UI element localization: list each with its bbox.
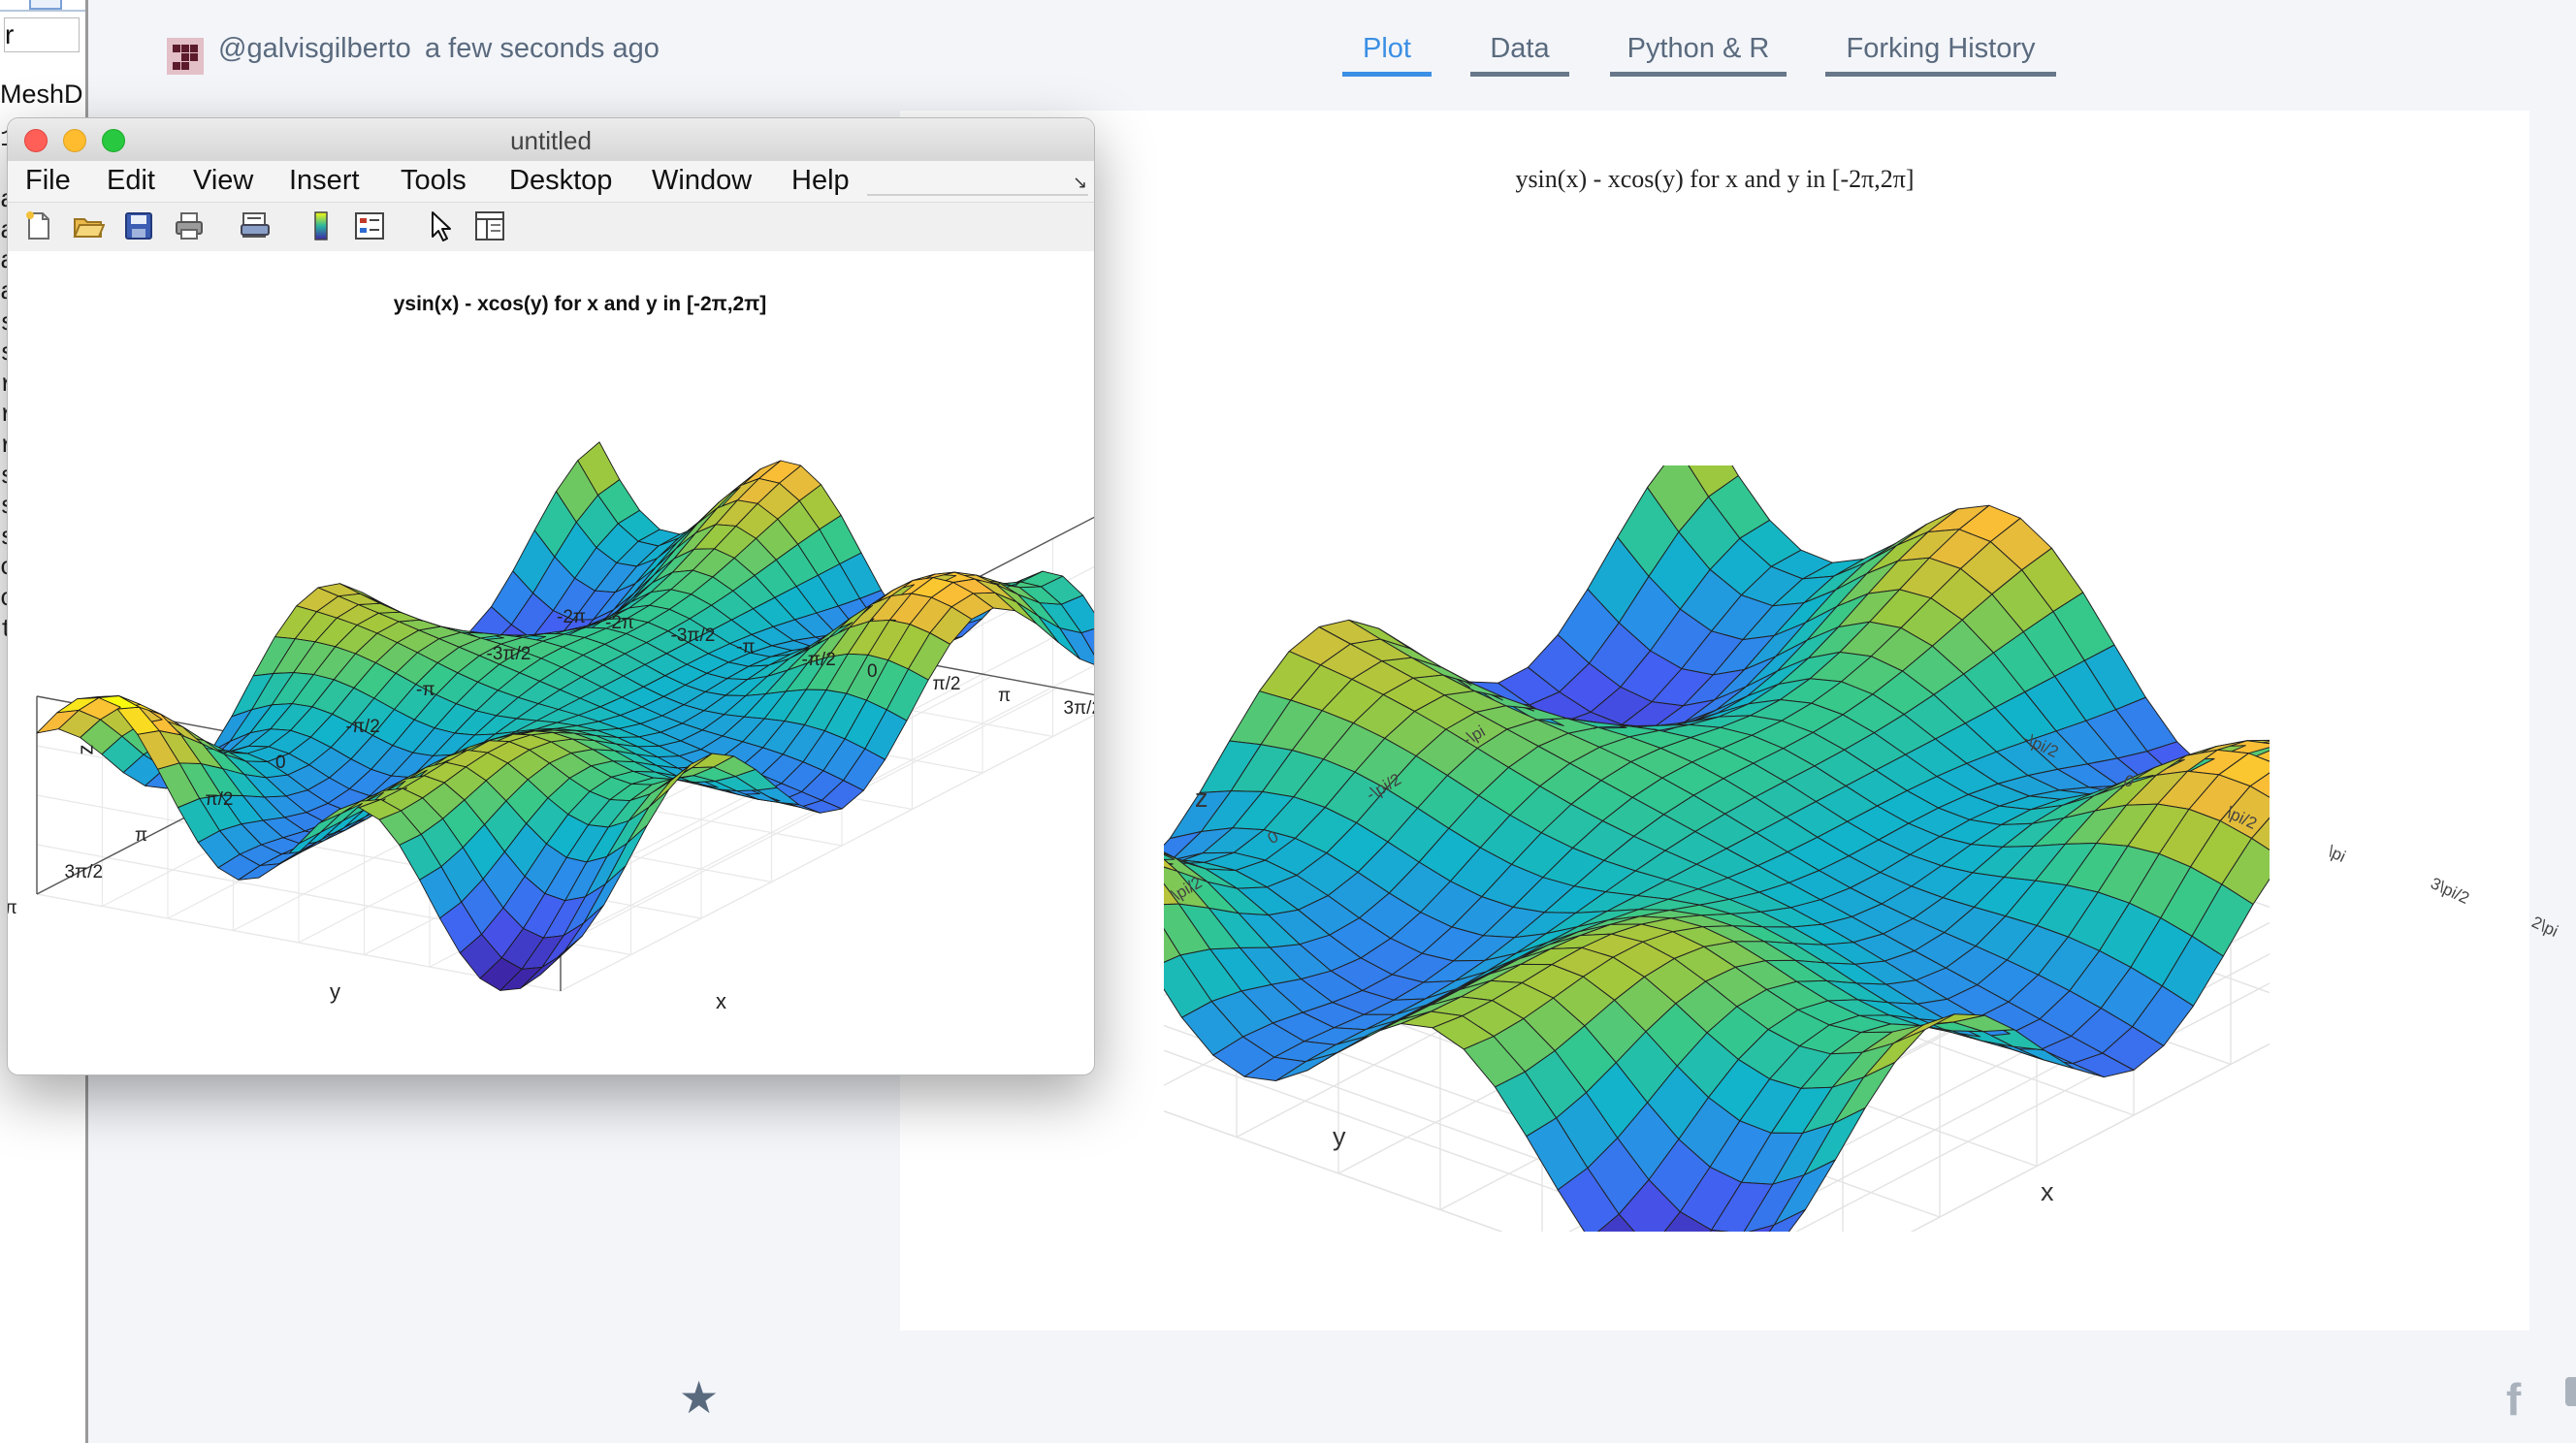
surface-mesh [36,441,1094,991]
plotly-plot-title: ysin(x) - xcos(y) for x and y in [-2π,2π… [1515,165,1915,193]
twitter-icon[interactable] [2565,1377,2576,1406]
matlab-y-tick: π [135,825,148,846]
plotly-y-axis-label: y [1333,1122,1346,1151]
matlab-x-tick: π/2 [932,673,961,694]
background-button-fragment [29,0,62,10]
matlab-y-tick: -3π/2 [486,643,531,664]
tab-plot-label: Plot [1363,33,1411,64]
plotly-x-tick: 2\pi [2528,913,2561,941]
tab-python-r-label: Python & R [1626,33,1770,64]
tab-forking-history-label: Forking History [1846,33,2036,64]
background-header-text: MeshD [0,80,83,109]
timestamp: a few seconds ago [425,33,660,64]
tab-forking-history[interactable]: Forking History [1825,33,2056,77]
facebook-icon[interactable]: f [2506,1373,2521,1426]
star-icon[interactable]: ★ [679,1371,719,1424]
plotly-z-axis-label: z [1195,784,1208,813]
matlab-x-tick: -2π [605,613,635,633]
matlab-x-axis-label: x [716,989,726,1013]
avatar[interactable] [167,38,204,75]
matlab-y-tick: 0 [275,753,286,773]
username-link[interactable]: @galvisgilberto [218,33,411,65]
matlab-x-tick: 0 [867,661,878,682]
matlab-surface-plot[interactable] [8,118,1094,1074]
surface-mesh [1164,465,2270,1232]
matlab-y-tick: 2π [8,898,17,919]
matlab-x-tick: -3π/2 [670,625,716,646]
matlab-x-tick: -π [736,637,756,657]
tab-data-label: Data [1490,33,1550,64]
tab-plot[interactable]: Plot [1342,33,1432,77]
plotly-surface-plot[interactable] [1164,465,2270,1232]
matlab-x-tick: 3π/2 [1063,697,1095,719]
matlab-y-axis-label: y [330,979,340,1004]
background-text-field[interactable]: r [4,17,80,52]
tab-data[interactable]: Data [1470,33,1569,77]
matlab-y-tick: π/2 [205,788,234,810]
matlab-y-tick: -π/2 [345,716,380,737]
plotly-x-axis-label: x [2041,1177,2054,1206]
matlab-z-axis-label: z [73,744,98,755]
matlab-x-tick: -π/2 [801,649,836,670]
matlab-figure-window[interactable]: untitled File Edit View Insert Tools Des… [7,117,1095,1075]
matlab-y-tick: -2π [557,607,587,627]
tab-python-r[interactable]: Python & R [1610,33,1787,77]
matlab-y-tick: 3π/2 [64,861,104,882]
matlab-y-tick: -π [416,680,435,700]
matlab-x-tick: π [998,686,1012,706]
